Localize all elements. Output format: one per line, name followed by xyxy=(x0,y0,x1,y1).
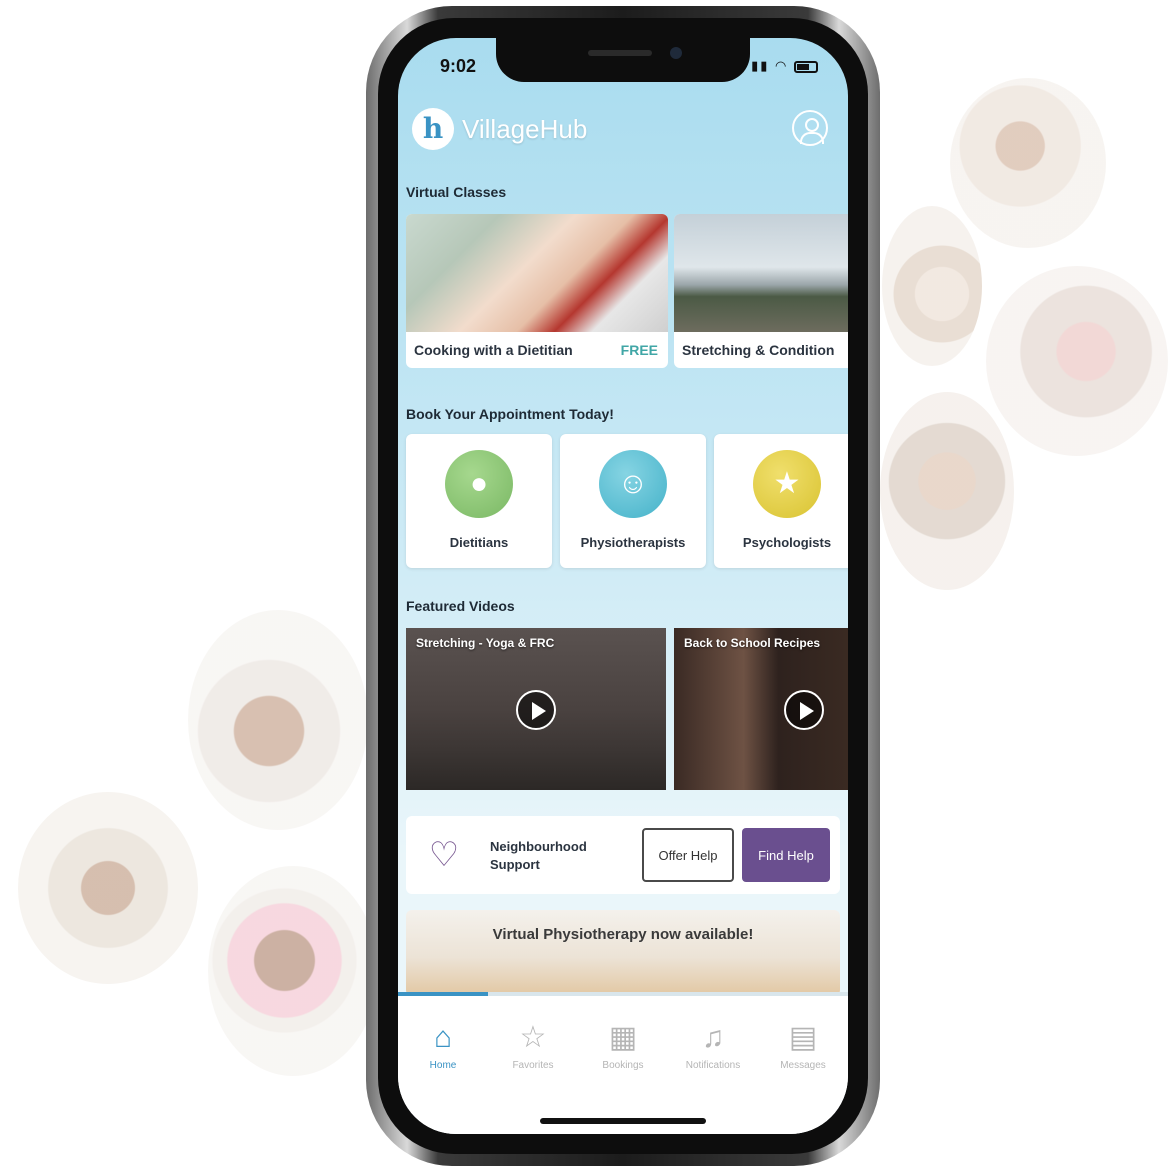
apple-icon: ● xyxy=(445,450,513,518)
app-screen: 9:02 ▮▮ ◠ h VillageHub Virtual Classes C… xyxy=(398,38,848,1134)
video-title: Stretching - Yoga & FRC xyxy=(416,636,555,650)
bell-icon: ♫ xyxy=(701,1021,725,1054)
status-time: 9:02 xyxy=(440,56,477,76)
banner-text: Virtual Physiotherapy now available! xyxy=(492,926,754,943)
photo-circle-eating xyxy=(208,866,378,1076)
photo-circle-writing xyxy=(882,206,982,366)
free-badge: FREE xyxy=(620,342,658,358)
play-icon[interactable] xyxy=(516,690,556,730)
person-jump-icon: ★ xyxy=(753,450,821,518)
promo-banner[interactable]: Virtual Physiotherapy now available! xyxy=(406,910,840,996)
app-logo[interactable]: h xyxy=(412,108,454,150)
tab-favorites[interactable]: ☆ Favorites xyxy=(488,1020,578,1071)
wifi-icon: ◠ xyxy=(775,58,789,73)
phone-frame: 9:02 ▮▮ ◠ h VillageHub Virtual Classes C… xyxy=(366,6,880,1166)
neighbourhood-label: Neighbourhood Support xyxy=(490,839,587,872)
featured-videos-title: Featured Videos xyxy=(406,598,515,614)
appointment-label: Physiotherapists xyxy=(580,535,686,550)
tab-label: Favorites xyxy=(512,1060,554,1071)
tab-label: Notifications xyxy=(685,1060,741,1071)
home-indicator[interactable] xyxy=(540,1118,706,1124)
neighbourhood-support-card: ♡ Neighbourhood Support Offer Help Find … xyxy=(406,816,840,894)
virtual-classes-title: Virtual Classes xyxy=(406,184,507,200)
tab-messages[interactable]: ▤ Messages xyxy=(758,1020,848,1071)
appointments-title: Book Your Appointment Today! xyxy=(406,406,614,422)
offer-help-button[interactable]: Offer Help xyxy=(642,828,734,882)
tab-label: Bookings xyxy=(602,1060,644,1071)
status-icons: ▮▮ ◠ xyxy=(751,58,818,74)
tab-bar: ⌂ Home ☆ Favorites ▦ Bookings ♫ Notifica… xyxy=(398,996,848,1134)
heart-hands-icon: ♡ xyxy=(428,836,460,874)
photo-circle-plank xyxy=(18,792,198,984)
class-image-cooking xyxy=(406,214,668,332)
appointment-label: Dietitians xyxy=(449,535,509,550)
message-icon: ▤ xyxy=(788,1021,818,1054)
photo-circle-yoga xyxy=(986,266,1168,456)
profile-icon[interactable] xyxy=(792,110,828,146)
tab-bookings[interactable]: ▦ Bookings xyxy=(578,1020,668,1071)
appointment-physiotherapists[interactable]: ☺ Physiotherapists xyxy=(560,434,706,568)
photo-circle-massage xyxy=(188,610,368,830)
calendar-icon: ▦ xyxy=(608,1021,638,1054)
video-title: Back to School Recipes xyxy=(684,636,821,650)
home-icon: ⌂ xyxy=(433,1021,453,1054)
app-name: VillageHub xyxy=(462,114,588,144)
app-header: h VillageHub xyxy=(412,104,834,156)
photo-circle-knee-therapy xyxy=(880,392,1014,590)
class-label: Stretching & Condition xyxy=(682,342,835,358)
battery-icon xyxy=(794,60,818,73)
front-camera xyxy=(670,47,682,59)
appointment-dietitians[interactable]: ● Dietitians xyxy=(406,434,552,568)
tab-notifications[interactable]: ♫ Notifications xyxy=(668,1020,758,1071)
appointment-psychologists[interactable]: ★ Psychologists xyxy=(714,434,848,568)
runner-icon: ☺ xyxy=(599,450,667,518)
play-icon[interactable] xyxy=(784,690,824,730)
video-card-recipes[interactable]: Back to School Recipes xyxy=(674,628,848,790)
find-help-button[interactable]: Find Help xyxy=(742,828,830,882)
class-image-stretching xyxy=(674,214,848,332)
tab-home[interactable]: ⌂ Home xyxy=(398,1020,488,1071)
photo-circle-massage-therapy xyxy=(950,78,1106,248)
class-label: Cooking with a Dietitian xyxy=(414,342,573,358)
star-icon: ☆ xyxy=(519,1021,547,1054)
tab-label: Messages xyxy=(780,1060,826,1071)
tab-label: Home xyxy=(429,1060,457,1071)
class-card-cooking[interactable]: Cooking with a Dietitian FREE xyxy=(406,214,668,368)
speaker-grille xyxy=(588,50,652,56)
phone-notch xyxy=(496,38,750,82)
class-card-stretching[interactable]: Stretching & Condition xyxy=(674,214,848,368)
signal-icon: ▮▮ xyxy=(751,58,770,73)
appointment-label: Psychologists xyxy=(742,535,832,550)
video-card-stretching[interactable]: Stretching - Yoga & FRC xyxy=(406,628,666,790)
